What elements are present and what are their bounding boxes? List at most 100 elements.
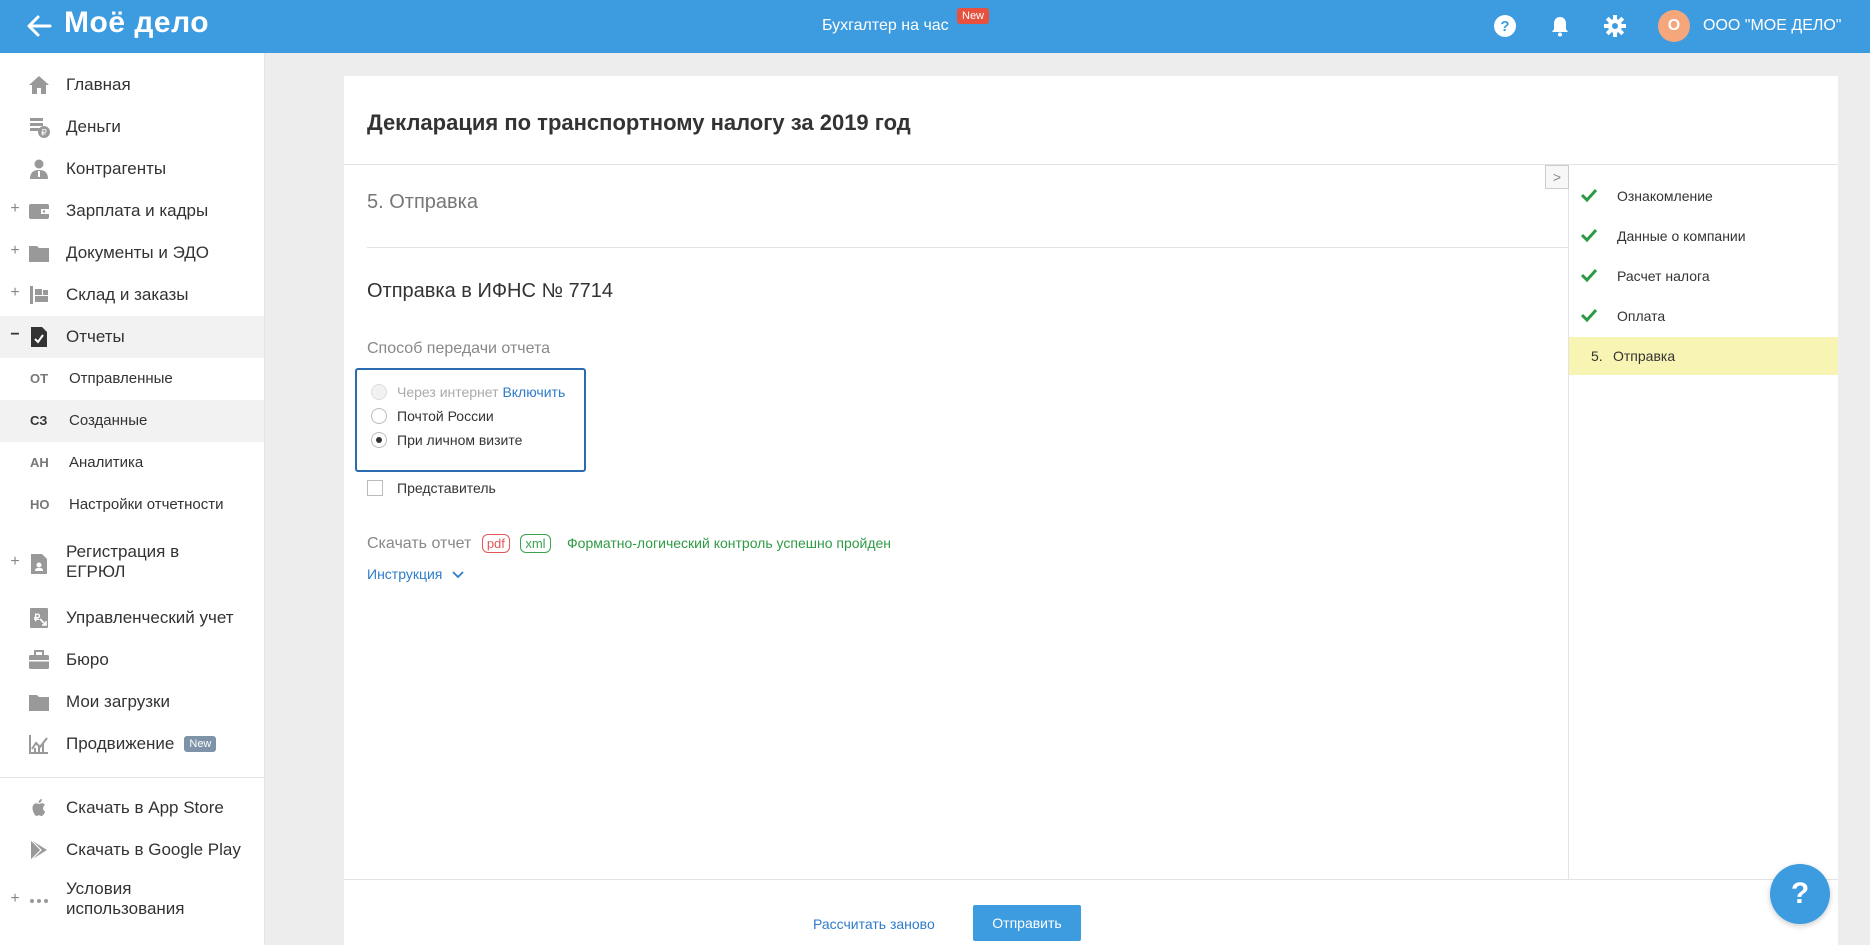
sidebar-item-money[interactable]: ₽ Деньги <box>0 106 264 148</box>
sidebar-item-documents[interactable]: + Документы и ЭДО <box>0 232 264 274</box>
download-pdf-button[interactable]: pdf <box>481 534 510 553</box>
step-item[interactable]: Расчет налога <box>1569 257 1838 295</box>
send-button[interactable]: Отправить <box>973 905 1081 941</box>
step-label: Расчет налога <box>1617 268 1710 284</box>
radio-button[interactable] <box>371 432 387 448</box>
label-line1: Условия <box>66 879 132 898</box>
step-item-current[interactable]: 5. Отправка <box>1569 337 1838 375</box>
chevron-down-icon <box>452 571 464 579</box>
step-item[interactable]: Ознакомление <box>1569 177 1838 215</box>
sub-label: Настройки отчетности <box>69 496 224 513</box>
flk-status: Форматно-логический контроль успешно про… <box>567 535 892 551</box>
help-chat-button[interactable]: ? <box>1770 864 1830 924</box>
warehouse-icon <box>30 286 48 304</box>
page-title: Декларация по транспортному налогу за 20… <box>367 110 911 135</box>
sidebar-item-terms[interactable]: + Условия использования <box>0 876 264 926</box>
accountant-hour-link[interactable]: Бухгалтер на час <box>822 17 949 35</box>
download-row: Скачать отчет pdf xml Форматно-логически… <box>367 534 891 556</box>
svg-text:₽: ₽ <box>34 613 41 624</box>
sidebar-item-warehouse[interactable]: + Склад и заказы <box>0 274 264 316</box>
sidebar-item-app-store[interactable]: Скачать в App Store <box>0 787 264 829</box>
registration-icon <box>31 554 47 574</box>
enable-internet-link[interactable]: Включить <box>502 384 565 400</box>
logo[interactable]: Моё дело <box>64 6 209 40</box>
transfer-method-group: Через интернет Включить Почтой России Пр… <box>355 368 586 472</box>
label-line2: использования <box>66 899 185 918</box>
radio-button[interactable] <box>371 408 387 424</box>
home-icon <box>29 76 49 94</box>
collapse-steps-button[interactable]: > <box>1545 165 1569 189</box>
google-play-icon <box>30 839 47 861</box>
check-icon <box>1581 268 1597 282</box>
radio-button <box>371 384 387 400</box>
sidebar-item-promotion[interactable]: Продвижение New <box>0 723 264 765</box>
footer-divider <box>344 879 1838 880</box>
check-icon <box>1581 228 1597 242</box>
sidebar: Главная ₽ Деньги Контрагенты + Зарплата … <box>0 53 265 945</box>
sidebar-item-reports[interactable]: − Отчеты <box>0 316 264 358</box>
new-badge: New <box>957 8 990 24</box>
sub-abbr: АН <box>30 455 49 470</box>
expand-icon[interactable]: + <box>9 890 21 908</box>
sidebar-item-label: Скачать в App Store <box>66 798 224 817</box>
download-xml-button[interactable]: xml <box>520 534 551 553</box>
back-arrow-icon[interactable] <box>24 12 54 40</box>
sidebar-subitem-sent[interactable]: ОТ Отправленные <box>0 358 264 400</box>
sidebar-item-registration[interactable]: + Регистрация в ЕГРЮЛ <box>0 539 264 589</box>
folder-icon <box>29 695 49 711</box>
step-heading: 5. Отправка <box>367 191 478 213</box>
expand-icon[interactable]: + <box>9 200 21 218</box>
gear-icon[interactable] <box>1603 14 1627 38</box>
sidebar-item-label: Управленческий учет <box>66 608 234 627</box>
collapse-icon[interactable]: − <box>9 326 21 344</box>
sub-abbr: ОТ <box>30 371 49 386</box>
radio-label[interactable]: При личном визите <box>397 432 522 448</box>
sidebar-item-label: Продвижение New <box>66 734 217 754</box>
expand-icon[interactable]: + <box>9 242 21 260</box>
representative-checkbox[interactable] <box>367 480 383 496</box>
sub-abbr: НО <box>30 497 50 512</box>
instruction-label[interactable]: Инструкция <box>367 566 442 582</box>
sidebar-item-uploads[interactable]: Мои загрузки <box>0 681 264 723</box>
sub-label: Аналитика <box>69 454 144 471</box>
sidebar-item-label: Условия использования <box>66 879 185 919</box>
sidebar-subitem-created[interactable]: СЗ Созданные <box>0 400 264 442</box>
sidebar-item-label: Главная <box>66 75 131 94</box>
avatar[interactable]: О <box>1658 10 1690 42</box>
instruction-toggle[interactable]: Инструкция <box>367 566 464 582</box>
sidebar-item-label: Зарплата и кадры <box>66 201 209 220</box>
sidebar-item-home[interactable]: Главная <box>0 64 264 106</box>
sidebar-item-salary[interactable]: + Зарплата и кадры <box>0 190 264 232</box>
briefcase-icon <box>29 650 49 669</box>
sidebar-item-label: Регистрация в ЕГРЮЛ <box>66 542 179 582</box>
radio-label: Через интернет Включить <box>397 384 565 400</box>
sidebar-item-google-play[interactable]: Скачать в Google Play <box>0 829 264 871</box>
sidebar-item-contractors[interactable]: Контрагенты <box>0 148 264 190</box>
sub-label: Отправленные <box>69 370 173 387</box>
sidebar-subitem-analytics[interactable]: АН Аналитика <box>0 442 264 484</box>
declaration-card: Декларация по транспортному налогу за 20… <box>344 76 1838 945</box>
recalculate-link[interactable]: Рассчитать заново <box>813 916 935 932</box>
sidebar-item-label: Отчеты <box>66 327 125 346</box>
sidebar-item-bureau[interactable]: Бюро <box>0 639 264 681</box>
help-icon[interactable]: ? <box>1493 14 1517 38</box>
sidebar-item-management[interactable]: ₽ Управленческий учет <box>0 597 264 639</box>
ifns-heading: Отправка в ИФНС № 7714 <box>367 280 613 302</box>
expand-icon[interactable]: + <box>9 284 21 302</box>
svg-text:?: ? <box>1500 18 1509 35</box>
representative-label[interactable]: Представитель <box>397 480 496 496</box>
more-icon <box>30 899 48 903</box>
step-label: Данные о компании <box>1617 228 1746 244</box>
bell-icon[interactable] <box>1548 14 1572 38</box>
radio-label[interactable]: Почтой России <box>397 408 494 424</box>
company-name[interactable]: ООО "МОЕ ДЕЛО" <box>1703 17 1841 35</box>
top-bar: Моё дело Бухгалтер на час New ? О ООО "М… <box>0 0 1870 53</box>
folder-icon <box>29 246 49 262</box>
step-item[interactable]: Данные о компании <box>1569 217 1838 255</box>
sidebar-subitem-report-settings[interactable]: НО Настройки отчетности <box>0 484 264 526</box>
report-icon <box>31 327 47 347</box>
sidebar-item-label: Склад и заказы <box>66 285 189 304</box>
step-item[interactable]: Оплата <box>1569 297 1838 335</box>
option-label: Через интернет <box>397 384 499 400</box>
expand-icon[interactable]: + <box>9 553 21 571</box>
